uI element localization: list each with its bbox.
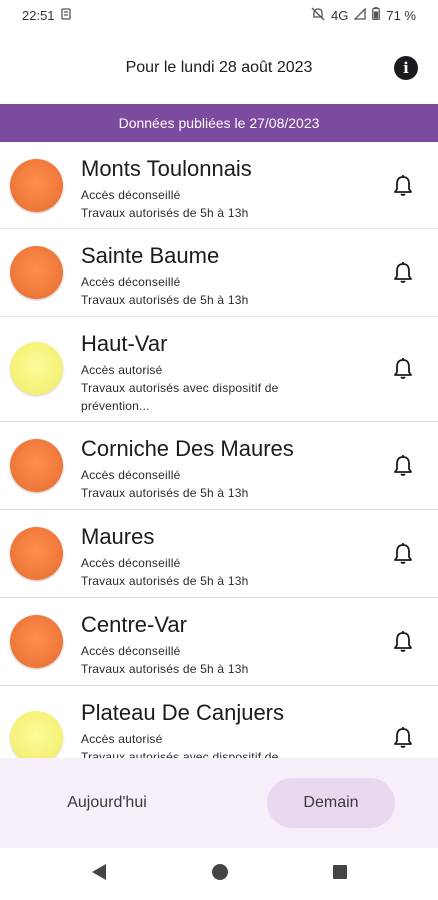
zone-name: Maures bbox=[81, 524, 155, 549]
access-status: Accès déconseillé bbox=[81, 644, 181, 658]
battery-level: 71 % bbox=[386, 7, 416, 23]
bell-icon[interactable] bbox=[392, 174, 414, 198]
access-status: Accès déconseillé bbox=[81, 468, 181, 482]
zone-name: Haut-Var bbox=[81, 331, 168, 356]
recents-icon[interactable] bbox=[331, 862, 349, 882]
zone-info: Haut-Var Accès autorisé Travaux autorisé… bbox=[81, 317, 371, 415]
bell-icon[interactable] bbox=[392, 261, 414, 285]
access-status: Accès déconseillé bbox=[81, 188, 181, 202]
zone-info: Sainte Baume Accès déconseillé Travaux a… bbox=[81, 229, 371, 309]
zone-info: Maures Accès déconseillé Travaux autoris… bbox=[81, 510, 371, 590]
page-title: Pour le lundi 28 août 2023 bbox=[125, 59, 313, 76]
risk-level-indicator bbox=[10, 159, 63, 212]
works-info: Travaux autorisés de 5h à 13h bbox=[81, 574, 249, 588]
bottom-navigation: Aujourd'hui Demain bbox=[0, 758, 438, 848]
zone-info: Centre-Var Accès déconseillé Travaux aut… bbox=[81, 598, 371, 678]
bell-icon[interactable] bbox=[392, 542, 414, 566]
tab-today[interactable]: Aujourd'hui bbox=[43, 778, 171, 828]
zone-name: Centre-Var bbox=[81, 612, 187, 637]
back-icon[interactable] bbox=[90, 862, 108, 882]
list-item[interactable]: Centre-Var Accès déconseillé Travaux aut… bbox=[0, 598, 438, 686]
info-icon[interactable]: i bbox=[394, 56, 418, 80]
access-status: Accès déconseillé bbox=[81, 556, 181, 570]
tab-tomorrow[interactable]: Demain bbox=[267, 778, 395, 828]
bell-icon[interactable] bbox=[392, 630, 414, 654]
works-info-continued: prévention... bbox=[81, 399, 150, 413]
battery-icon bbox=[372, 7, 381, 23]
network-type: 4G bbox=[331, 7, 349, 23]
access-status: Accès autorisé bbox=[81, 732, 163, 746]
zone-info: Monts Toulonnais Accès déconseillé Trava… bbox=[81, 142, 371, 222]
works-info: Travaux autorisés de 5h à 13h bbox=[81, 293, 249, 307]
risk-level-indicator bbox=[10, 711, 63, 758]
list-item[interactable]: Plateau De Canjuers Accès autorisé Trava… bbox=[0, 686, 438, 758]
list-item[interactable]: Maures Accès déconseillé Travaux autoris… bbox=[0, 510, 438, 598]
access-status: Accès déconseillé bbox=[81, 275, 181, 289]
storage-icon bbox=[60, 7, 71, 23]
publication-banner: Données publiées le 27/08/2023 bbox=[0, 104, 438, 142]
list-item[interactable]: Corniche Des Maures Accès déconseillé Tr… bbox=[0, 422, 438, 510]
risk-level-indicator bbox=[10, 246, 63, 299]
bell-icon[interactable] bbox=[392, 454, 414, 478]
zone-name: Sainte Baume bbox=[81, 243, 220, 268]
works-info: Travaux autorisés de 5h à 13h bbox=[81, 662, 249, 676]
list-item[interactable]: Haut-Var Accès autorisé Travaux autorisé… bbox=[0, 317, 438, 422]
zone-name: Plateau De Canjuers bbox=[81, 700, 285, 725]
bell-icon[interactable] bbox=[392, 726, 414, 750]
risk-level-indicator bbox=[10, 527, 63, 580]
access-status: Accès autorisé bbox=[81, 363, 163, 377]
bell-icon[interactable] bbox=[392, 357, 414, 381]
zone-name: Corniche Des Maures bbox=[81, 436, 294, 461]
risk-level-indicator bbox=[10, 615, 63, 668]
app-header: Pour le lundi 28 août 2023 i bbox=[0, 46, 438, 90]
signal-icon bbox=[353, 6, 367, 23]
status-bar: 22:51 4G 71 % bbox=[0, 0, 438, 30]
risk-level-indicator bbox=[10, 439, 63, 492]
status-right: 4G 71 % bbox=[311, 6, 416, 24]
zone-info: Corniche Des Maures Accès déconseillé Tr… bbox=[81, 422, 371, 502]
works-info: Travaux autorisés avec dispositif de bbox=[81, 381, 279, 395]
works-info: Travaux autorisés de 5h à 13h bbox=[81, 206, 249, 220]
home-icon[interactable] bbox=[211, 862, 229, 882]
zone-name: Monts Toulonnais bbox=[81, 156, 252, 181]
zone-info: Plateau De Canjuers Accès autorisé Trava… bbox=[81, 686, 371, 758]
works-info: Travaux autorisés de 5h à 13h bbox=[81, 486, 249, 500]
zone-list[interactable]: Monts Toulonnais Accès déconseillé Trava… bbox=[0, 142, 438, 758]
status-left: 22:51 bbox=[22, 8, 71, 23]
system-navigation-bar bbox=[0, 848, 438, 900]
list-item[interactable]: Monts Toulonnais Accès déconseillé Trava… bbox=[0, 142, 438, 229]
risk-level-indicator bbox=[10, 342, 63, 395]
list-item[interactable]: Sainte Baume Accès déconseillé Travaux a… bbox=[0, 229, 438, 317]
status-time: 22:51 bbox=[22, 7, 55, 23]
works-info: Travaux autorisés avec dispositif de bbox=[81, 750, 279, 758]
mute-icon bbox=[311, 7, 325, 24]
